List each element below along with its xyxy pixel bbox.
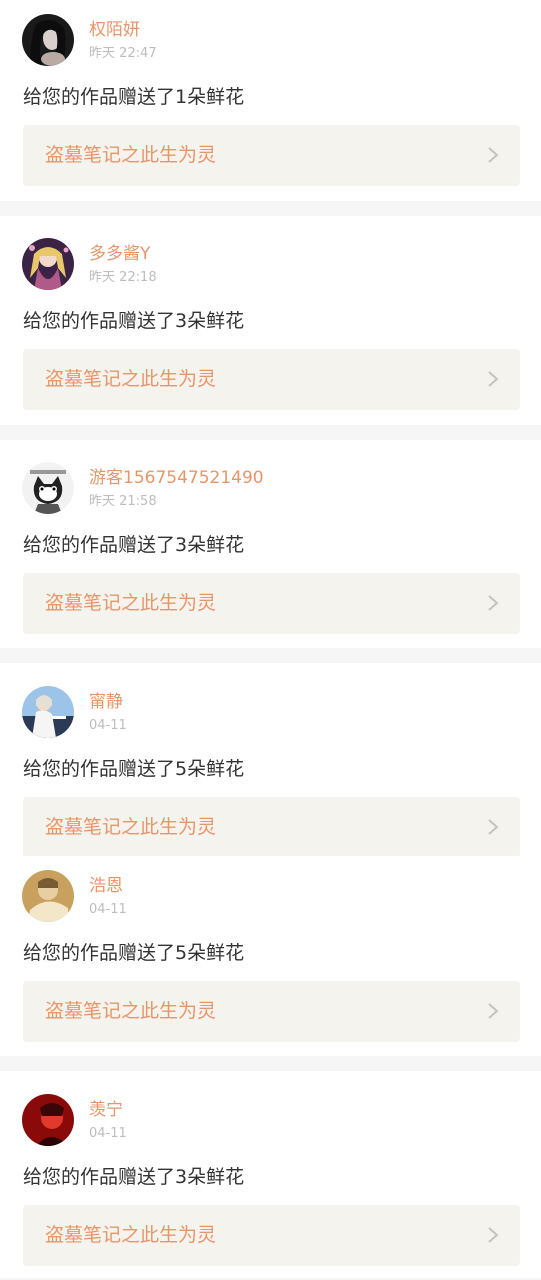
timestamp: 04-11 <box>89 902 127 917</box>
user-avatar[interactable] <box>22 870 74 922</box>
chevron-right-icon <box>486 1225 500 1245</box>
avatar-red-portrait-icon <box>22 1094 74 1146</box>
work-link-card[interactable]: 盗墓笔记之此生为灵 <box>23 981 520 1042</box>
timestamp: 昨天 21:58 <box>89 494 157 509</box>
work-title: 盗墓笔记之此生为灵 <box>45 1000 217 1022</box>
work-link-card[interactable]: 盗墓笔记之此生为灵 <box>23 1205 520 1266</box>
user-avatar[interactable] <box>22 462 74 514</box>
gift-message: 给您的作品赠送了3朵鲜花 <box>23 1166 245 1188</box>
notification-item: 游客1567547521490 昨天 21:58 给您的作品赠送了3朵鲜花 盗墓… <box>0 448 541 648</box>
chevron-right-icon <box>486 145 500 165</box>
gift-message: 给您的作品赠送了3朵鲜花 <box>23 534 245 556</box>
item-separator <box>0 648 541 663</box>
avatar-dark-hair-girl-icon <box>22 14 74 66</box>
item-separator <box>0 425 541 440</box>
notification-item: 羡宁 04-11 给您的作品赠送了3朵鲜花 盗墓笔记之此生为灵 <box>0 1080 541 1280</box>
work-link-card[interactable]: 盗墓笔记之此生为灵 <box>23 125 520 186</box>
work-title: 盗墓笔记之此生为灵 <box>45 816 217 838</box>
work-link-card[interactable]: 盗墓笔记之此生为灵 <box>23 349 520 410</box>
username-link[interactable]: 羡宁 <box>89 1099 123 1121</box>
work-link-card[interactable]: 盗墓笔记之此生为灵 <box>23 797 520 858</box>
chevron-right-icon <box>486 369 500 389</box>
avatar-sky-girl-icon <box>22 686 74 738</box>
username-link[interactable]: 多多酱Y <box>89 243 150 265</box>
username-link[interactable]: 浩恩 <box>89 875 123 897</box>
user-avatar[interactable] <box>22 1094 74 1146</box>
work-link-card[interactable]: 盗墓笔记之此生为灵 <box>23 573 520 634</box>
timestamp: 04-11 <box>89 1126 127 1141</box>
gift-message: 给您的作品赠送了1朵鲜花 <box>23 86 245 108</box>
work-title: 盗墓笔记之此生为灵 <box>45 1224 217 1246</box>
timestamp: 04-11 <box>89 718 127 733</box>
notification-item: 权陌妍 昨天 22:47 给您的作品赠送了1朵鲜花 盗墓笔记之此生为灵 <box>0 0 541 200</box>
username-link[interactable]: 游客1567547521490 <box>89 467 264 489</box>
notification-item: 多多酱Y 昨天 22:18 给您的作品赠送了3朵鲜花 盗墓笔记之此生为灵 <box>0 224 541 424</box>
work-title: 盗墓笔记之此生为灵 <box>45 368 217 390</box>
gift-message: 给您的作品赠送了5朵鲜花 <box>23 758 245 780</box>
work-title: 盗墓笔记之此生为灵 <box>45 592 217 614</box>
avatar-warm-photo-icon <box>22 870 74 922</box>
gift-message: 给您的作品赠送了3朵鲜花 <box>23 310 245 332</box>
work-title: 盗墓笔记之此生为灵 <box>45 144 217 166</box>
timestamp: 昨天 22:18 <box>89 270 157 285</box>
item-separator <box>0 1056 541 1071</box>
username-link[interactable]: 权陌妍 <box>89 19 140 41</box>
user-avatar[interactable] <box>22 686 74 738</box>
username-link[interactable]: 甯静 <box>89 691 123 713</box>
user-avatar[interactable] <box>22 14 74 66</box>
chevron-right-icon <box>486 1001 500 1021</box>
notification-item: 甯静 04-11 给您的作品赠送了5朵鲜花 盗墓笔记之此生为灵 <box>0 672 541 872</box>
timestamp: 昨天 22:47 <box>89 46 157 61</box>
gift-message: 给您的作品赠送了5朵鲜花 <box>23 942 245 964</box>
avatar-cartoon-cat-icon <box>22 462 74 514</box>
item-separator <box>0 201 541 216</box>
notification-item: 浩恩 04-11 给您的作品赠送了5朵鲜花 盗墓笔记之此生为灵 <box>0 856 541 1056</box>
chevron-right-icon <box>486 817 500 837</box>
chevron-right-icon <box>486 593 500 613</box>
avatar-anime-girl-icon <box>22 238 74 290</box>
user-avatar[interactable] <box>22 238 74 290</box>
